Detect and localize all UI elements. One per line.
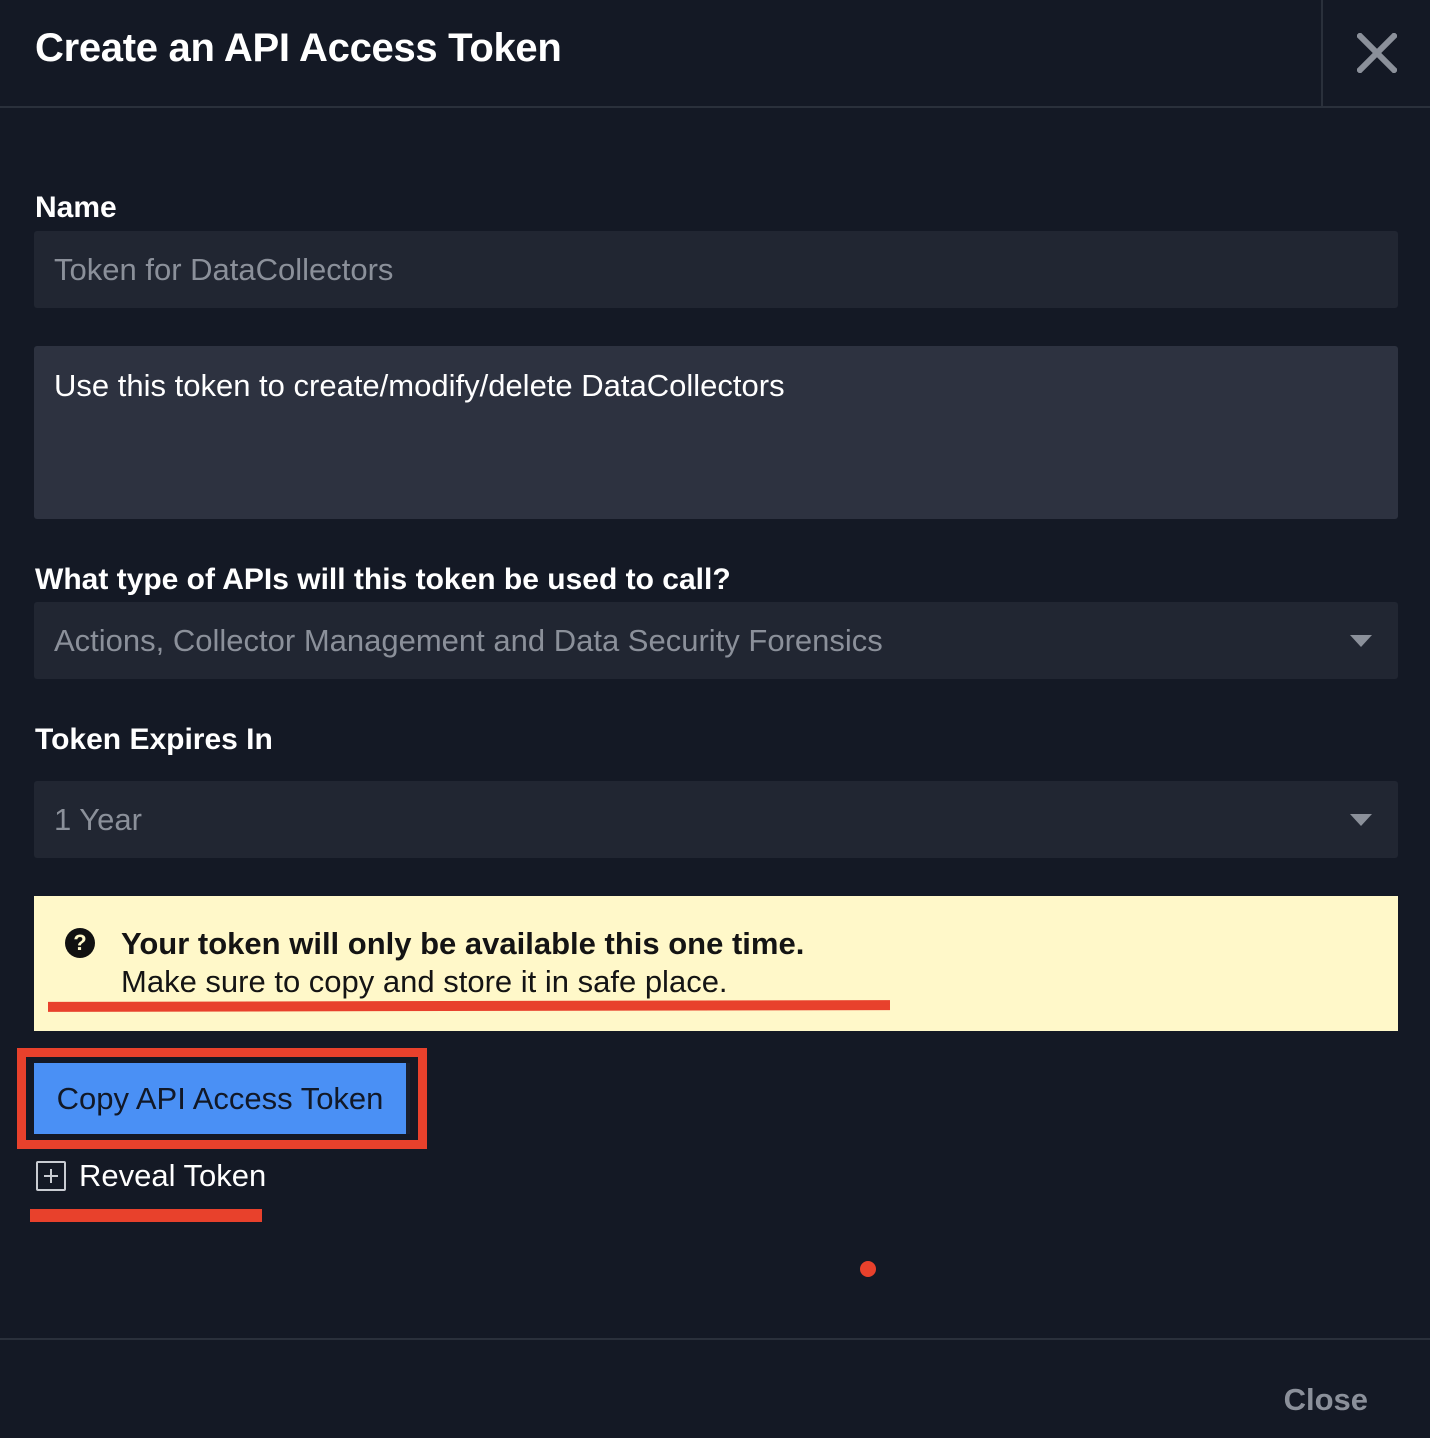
annotation-dot [860,1261,876,1277]
annotation-underline [30,1209,262,1222]
create-token-modal: Create an API Access Token Name Token fo… [0,0,1430,1438]
expires-select[interactable]: 1 Year [34,781,1398,858]
reveal-token-toggle[interactable]: Reveal Token [36,1158,266,1194]
expires-label: Token Expires In [35,723,273,756]
chevron-down-icon [1350,813,1372,826]
close-button[interactable]: Close [1284,1382,1368,1418]
copy-token-button[interactable]: Copy API Access Token [34,1063,410,1134]
notice-bold-text: Your token will only be available this o… [121,926,805,961]
chevron-down-icon [1350,634,1372,647]
modal-footer: Close [0,1338,1430,1438]
api-type-value: Actions, Collector Management and Data S… [54,622,883,658]
annotation-underline [47,1000,891,1012]
plus-square-icon [36,1161,66,1191]
name-placeholder: Token for DataCollectors [54,251,394,287]
reveal-token-label: Reveal Token [79,1158,267,1193]
close-icon[interactable] [1321,0,1430,106]
modal-title: Create an API Access Token [35,26,562,70]
api-type-label: What type of APIs will this token be use… [35,563,731,596]
modal-header: Create an API Access Token [0,0,1430,108]
description-value: Use this token to create/modify/delete D… [54,368,785,403]
notice-text: Make sure to copy and store it in safe p… [121,964,728,999]
name-input[interactable]: Token for DataCollectors [34,231,1398,308]
api-type-select[interactable]: Actions, Collector Management and Data S… [34,602,1398,679]
name-label: Name [35,191,117,224]
description-textarea[interactable]: Use this token to create/modify/delete D… [34,346,1398,519]
expires-value: 1 Year [54,801,142,837]
question-circle-icon: ? [65,928,95,958]
